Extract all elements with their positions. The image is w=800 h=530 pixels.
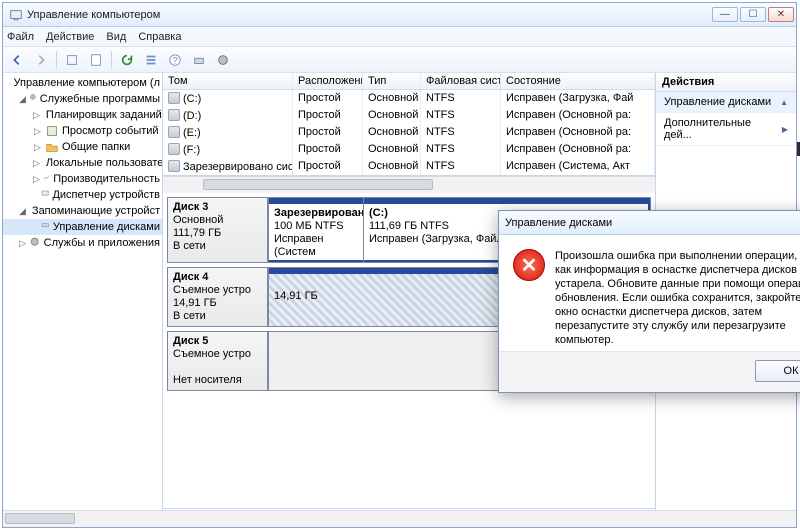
refresh-button[interactable]	[116, 49, 138, 71]
menu-file[interactable]: Файл	[7, 31, 34, 43]
chevron-up-icon: ▲	[780, 98, 788, 107]
volume-row[interactable]: (E:)ПростойОсновнойNTFSИсправен (Основно…	[163, 124, 655, 141]
back-button[interactable]	[6, 49, 28, 71]
ok-button[interactable]: ОК	[755, 360, 800, 382]
tree-root[interactable]: Управление компьютером (л	[3, 75, 162, 91]
volume-row[interactable]: (F:)ПростойОсновнойNTFSИсправен (Основно…	[163, 141, 655, 158]
extra-button-1[interactable]	[188, 49, 210, 71]
actions-more[interactable]: Дополнительные дей...▶	[656, 113, 796, 146]
tree-pane: Управление компьютером (л ◢Служебные про…	[3, 73, 163, 527]
window-scroll-thumb[interactable]	[5, 513, 75, 524]
error-dialog: Управление дисками ✕ ✕ Произошла ошибка …	[498, 210, 800, 393]
tree-diskmgmt[interactable]: Управление дисками	[3, 219, 162, 235]
view-list-button[interactable]	[140, 49, 162, 71]
volume-row[interactable]: (C:)ПростойОсновнойNTFSИсправен (Загрузк…	[163, 90, 655, 107]
disk3-part-reserved[interactable]: Зарезервирован 100 МБ NTFS Исправен (Сис…	[268, 198, 363, 262]
tree-shared[interactable]: ▷Общие папки	[3, 139, 162, 155]
volume-list: Том Расположение Тип Файловая система Со…	[163, 73, 655, 176]
svg-text:?: ?	[172, 55, 177, 66]
volume-header-row: Том Расположение Тип Файловая система Со…	[163, 73, 655, 90]
tree-users[interactable]: ▷Локальные пользовате	[3, 155, 162, 171]
forward-button[interactable]	[30, 49, 52, 71]
extra-button-2[interactable]	[212, 49, 234, 71]
up-button[interactable]	[61, 49, 83, 71]
disk-4-info: Диск 4 Съемное устро 14,91 ГБ В сети	[168, 268, 268, 326]
help-button[interactable]: ?	[164, 49, 186, 71]
disk-3-info: Диск 3 Основной 111,79 ГБ В сети	[168, 198, 268, 262]
dialog-titlebar[interactable]: Управление дисками ✕	[499, 211, 800, 235]
tree-storage[interactable]: ◢Запоминающие устройст	[3, 203, 162, 219]
list-hscroll[interactable]	[163, 176, 655, 193]
menu-view[interactable]: Вид	[106, 31, 126, 43]
col-fs[interactable]: Файловая система	[421, 73, 501, 89]
tree-devmgr[interactable]: Диспетчер устройств	[3, 187, 162, 203]
menu-action[interactable]: Действие	[46, 31, 94, 43]
tree-perf[interactable]: ▷Производительность	[3, 171, 162, 187]
tree-services[interactable]: ▷Службы и приложения	[3, 235, 162, 251]
volume-row[interactable]: (D:)ПростойОсновнойNTFSИсправен (Основно…	[163, 107, 655, 124]
actions-diskmgmt[interactable]: Управление дисками▲	[656, 92, 796, 113]
close-button[interactable]: ✕	[768, 7, 794, 22]
scroll-thumb[interactable]	[203, 179, 433, 190]
menubar: Файл Действие Вид Справка	[3, 27, 796, 47]
tree-eventviewer[interactable]: ▷Просмотр событий	[3, 123, 162, 139]
tree-tasksched[interactable]: ▷Планировщик заданий	[3, 107, 162, 123]
volume-row[interactable]: Зарезервировано системойПростойОсновнойN…	[163, 158, 655, 175]
col-layout[interactable]: Расположение	[293, 73, 363, 89]
tree-systools[interactable]: ◢Служебные программы	[3, 91, 162, 107]
titlebar[interactable]: Управление компьютером — ☐ ✕	[3, 3, 796, 27]
menu-help[interactable]: Справка	[138, 31, 181, 43]
col-type[interactable]: Тип	[363, 73, 421, 89]
chevron-right-icon: ▶	[782, 125, 788, 134]
app-icon	[9, 8, 23, 22]
disk-5-info: Диск 5 Съемное устро Нет носителя	[168, 332, 268, 390]
maximize-button[interactable]: ☐	[740, 7, 766, 22]
error-icon: ✕	[513, 249, 545, 281]
dialog-title: Управление дисками	[505, 217, 800, 229]
window-hscroll[interactable]	[3, 510, 796, 527]
col-state[interactable]: Состояние	[501, 73, 655, 89]
properties-button[interactable]	[85, 49, 107, 71]
minimize-button[interactable]: —	[712, 7, 738, 22]
actions-header: Действия	[656, 73, 796, 92]
dialog-text: Произошла ошибка при выполнении операции…	[555, 249, 800, 347]
window-title: Управление компьютером	[27, 9, 712, 21]
toolbar: ?	[3, 47, 796, 73]
col-volume[interactable]: Том	[163, 73, 293, 89]
